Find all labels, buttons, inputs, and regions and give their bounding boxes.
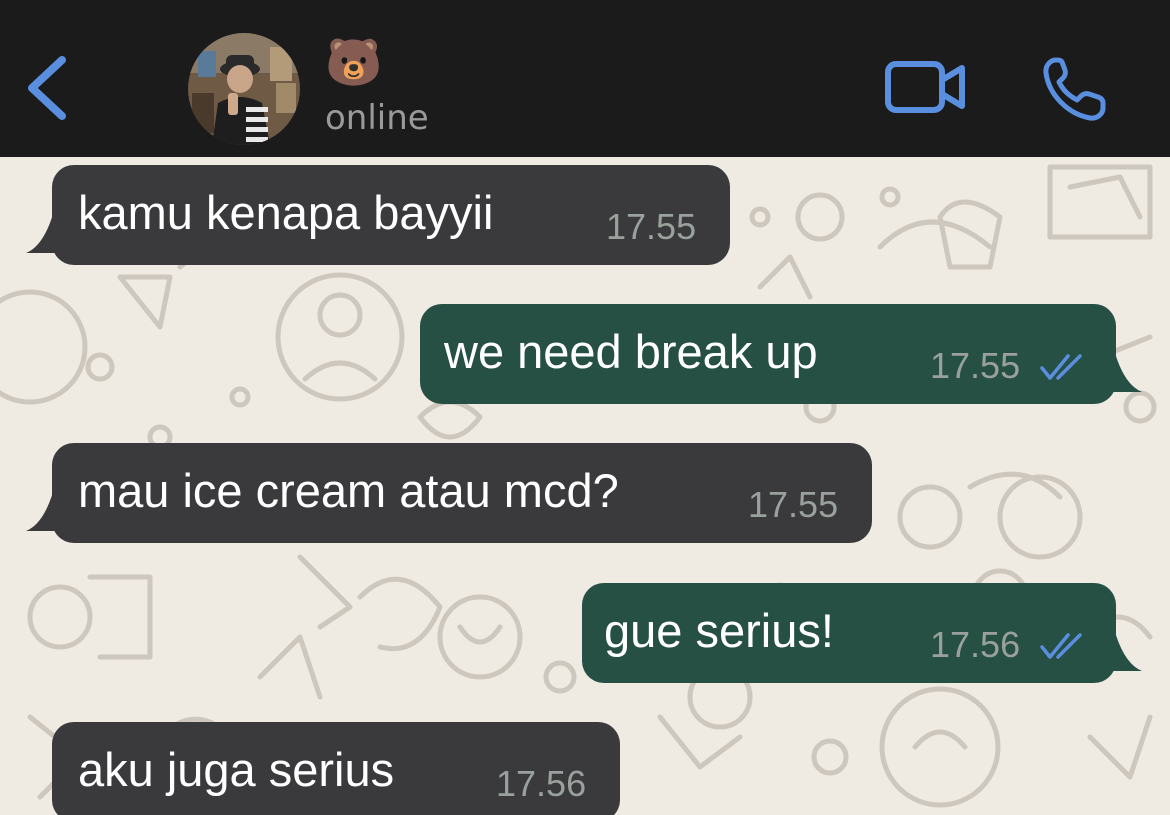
message-bubble-incoming[interactable]: mau ice cream atau mcd? 17.55	[26, 443, 872, 543]
video-camera-icon	[885, 61, 965, 113]
message-text: gue serius!	[604, 604, 834, 657]
message-bubble-incoming[interactable]: aku juga serius 17.56	[52, 722, 620, 815]
message-time: 17.56	[496, 763, 587, 804]
bubble-tail	[26, 481, 56, 531]
message-time: 17.55	[748, 484, 839, 525]
message-bubble-incoming[interactable]: kamu kenapa bayyii 17.55	[26, 165, 730, 265]
message-bubble-outgoing[interactable]: gue serius! 17.56	[582, 583, 1142, 683]
bubble-tail	[1112, 342, 1142, 392]
bubble-tail	[26, 203, 56, 253]
chat-header: 🐻 online	[0, 0, 1170, 157]
double-check-read-icon	[1040, 633, 1082, 659]
voice-call-button[interactable]	[1040, 55, 1110, 123]
message-bubble-outgoing[interactable]: we need break up 17.55	[420, 304, 1142, 404]
chevron-left-icon	[28, 56, 66, 120]
message-text: mau ice cream atau mcd?	[78, 464, 619, 517]
phone-icon	[1043, 57, 1106, 121]
contact-status: online	[325, 98, 429, 138]
bubble-tail	[1112, 621, 1142, 671]
message-time: 17.55	[930, 345, 1021, 386]
back-button[interactable]	[22, 52, 74, 124]
message-text: aku juga serius	[78, 743, 395, 796]
message-text: kamu kenapa bayyii	[78, 186, 494, 239]
avatar[interactable]	[188, 33, 300, 145]
contact-name[interactable]: 🐻	[325, 34, 382, 90]
chat-area[interactable]: kamu kenapa bayyii 17.55 we need break u…	[0, 157, 1170, 815]
video-call-button[interactable]	[884, 58, 968, 116]
double-check-read-icon	[1040, 354, 1082, 380]
message-text: we need break up	[444, 325, 818, 378]
contact-photo	[188, 33, 300, 145]
message-time: 17.55	[606, 206, 697, 247]
message-time: 17.56	[930, 624, 1021, 665]
